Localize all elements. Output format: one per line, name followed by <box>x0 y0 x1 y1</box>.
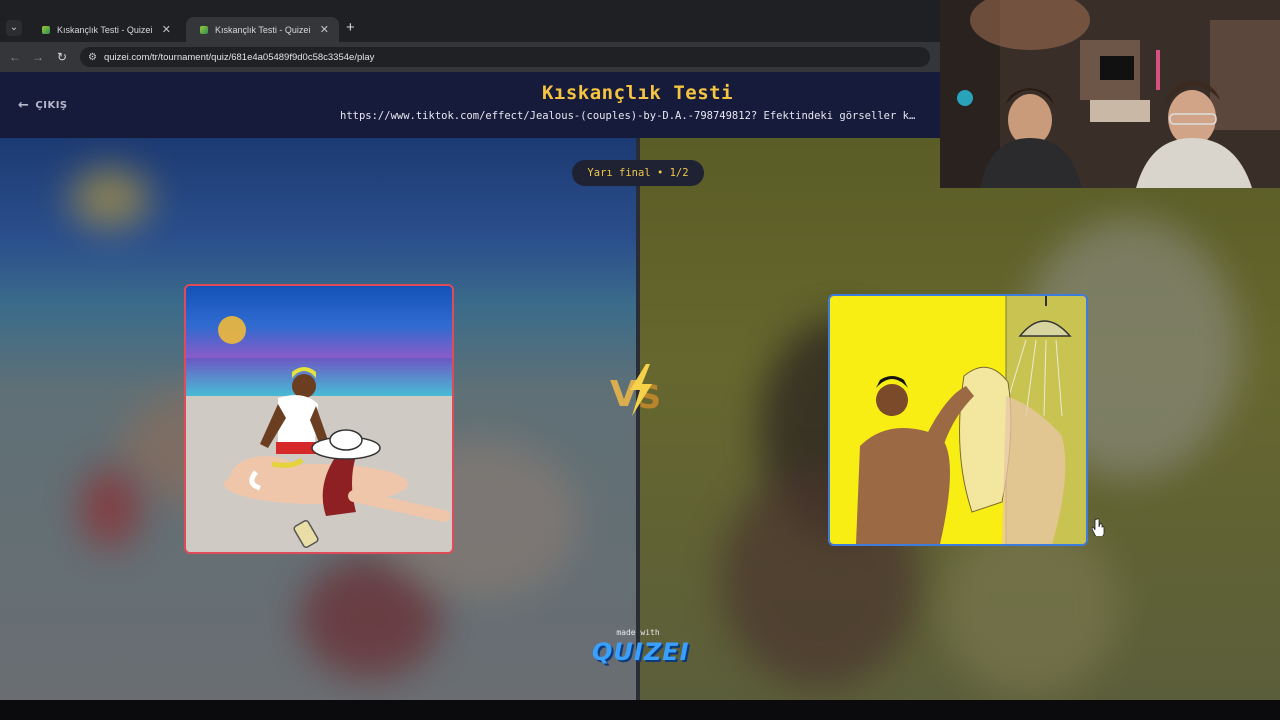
webcam-overlay <box>940 0 1280 188</box>
back-arrow-icon[interactable]: ← <box>6 48 24 66</box>
arrow-left-icon: ← <box>18 98 30 113</box>
hand-cursor-icon <box>1092 518 1105 536</box>
url-text: quizei.com/tr/tournament/quiz/681e4a0548… <box>103 51 375 63</box>
browser-tab-strip: ⌄ Kıskançlık Testi - Quizei ✕ Kıskançlık… <box>0 0 940 42</box>
tab-title: Kıskançlık Testi - Quizei <box>57 24 153 35</box>
exit-label: ÇIKIŞ <box>35 100 68 111</box>
made-with-label: made with <box>616 628 660 637</box>
quizei-logo[interactable]: QUIZEI <box>592 638 689 666</box>
close-icon[interactable]: ✕ <box>320 23 329 36</box>
left-choice-card[interactable] <box>184 284 454 554</box>
browser-tab-2[interactable]: Kıskançlık Testi - Quizei ✕ <box>186 17 339 42</box>
matchup-stage: Yarı final • 1/2 V S made with QUIZEI <box>0 138 1280 700</box>
right-choice-card[interactable] <box>828 294 1088 546</box>
address-bar[interactable]: ⚙ quizei.com/tr/tournament/quiz/681e4a05… <box>80 47 930 67</box>
forward-arrow-icon[interactable]: → <box>29 48 47 66</box>
quiz-description: https://www.tiktok.com/effect/Jealous-(c… <box>340 110 916 122</box>
reload-icon[interactable]: ↻ <box>53 48 71 66</box>
quizei-favicon-icon <box>200 25 208 34</box>
beach-sunscreen-illustration-icon <box>186 286 452 552</box>
shower-illustration-icon <box>830 296 1086 544</box>
tab-title: Kıskançlık Testi - Quizei <box>215 24 311 35</box>
quiz-title: Kıskançlık Testi <box>541 82 734 104</box>
tab-search-icon[interactable]: ⌄ <box>6 20 22 36</box>
site-info-icon[interactable]: ⚙ <box>88 52 97 63</box>
new-tab-button[interactable]: + <box>346 20 355 36</box>
browser-tab-1[interactable]: Kıskançlık Testi - Quizei ✕ <box>28 17 181 42</box>
quizei-favicon-icon <box>42 25 50 34</box>
vs-lightning-icon: V S <box>606 360 674 420</box>
exit-button[interactable]: ← ÇIKIŞ <box>18 98 68 113</box>
close-icon[interactable]: ✕ <box>162 23 171 36</box>
bottom-bar <box>0 700 1280 720</box>
browser-toolbar: ← → ↻ ⚙ quizei.com/tr/tournament/quiz/68… <box>0 42 940 72</box>
quiz-header: ← ÇIKIŞ Kıskançlık Testi https://www.tik… <box>0 72 940 138</box>
round-badge: Yarı final • 1/2 <box>572 160 704 186</box>
svg-text:V: V <box>610 374 638 415</box>
